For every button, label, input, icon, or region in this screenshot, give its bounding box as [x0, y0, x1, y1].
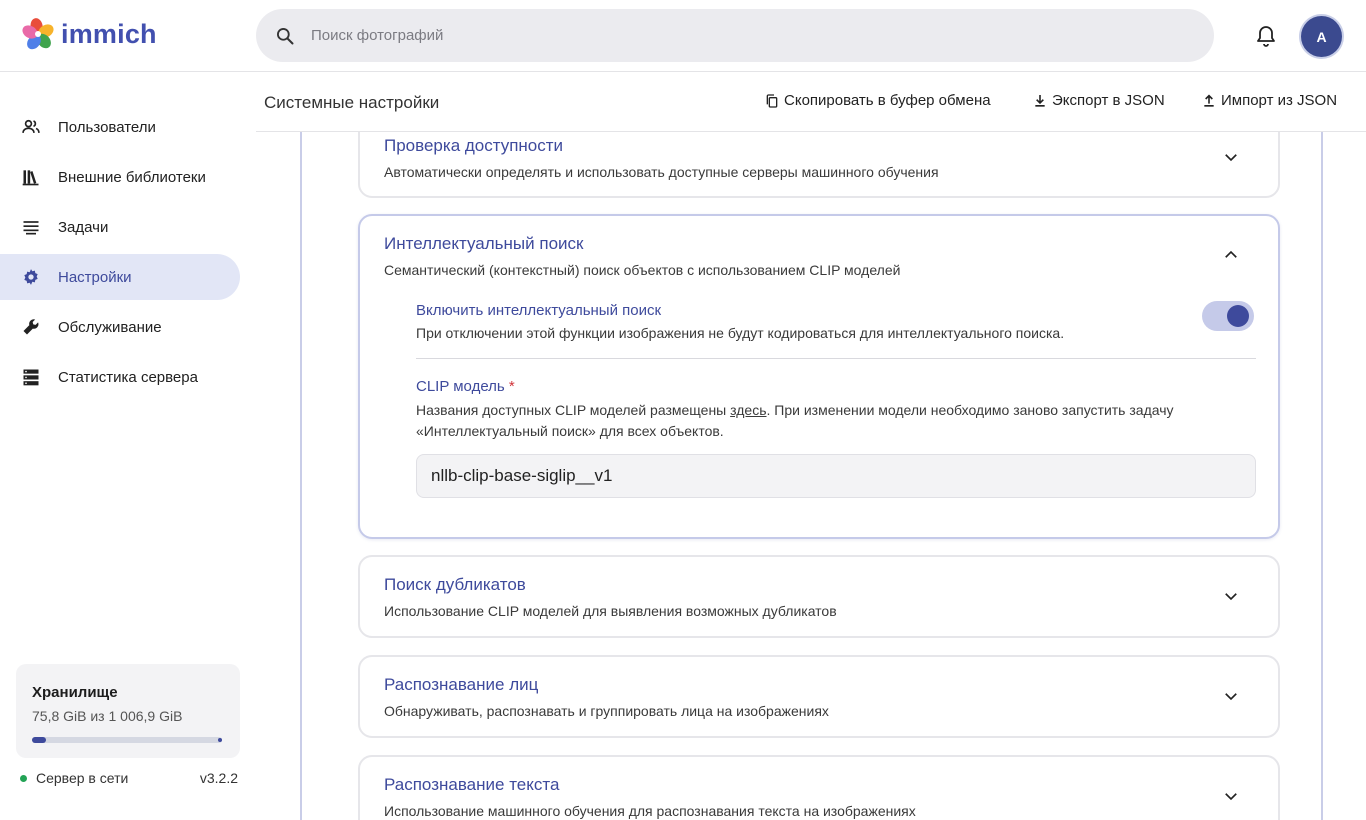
card-description: Автоматически определять и использовать … [384, 164, 939, 180]
smart-search-toggle-title: Включить интеллектуальный поиск [416, 302, 662, 319]
card-face-recognition[interactable]: Распознавание лиц Обнаруживать, распозна… [358, 655, 1280, 738]
search-bar[interactable] [256, 9, 1214, 62]
gear-icon [20, 266, 42, 288]
copy-icon [766, 93, 778, 108]
immich-logo-icon [22, 18, 54, 50]
sidebar-item-label: Пользователи [58, 118, 156, 136]
chevron-down-icon[interactable] [1222, 687, 1240, 705]
sidebar-item-label: Статистика сервера [58, 368, 198, 386]
card-title: Интеллектуальный поиск [384, 234, 584, 253]
card-title: Распознавание текста [384, 775, 560, 794]
smart-search-toggle-description: При отключении этой функции изображения … [416, 325, 1065, 341]
users-icon [20, 116, 42, 138]
export-json-button[interactable]: Экспорт в JSON [1032, 92, 1165, 109]
search-icon[interactable] [274, 25, 296, 47]
settings-content[interactable]: Проверка доступности Автоматически опред… [256, 132, 1366, 820]
clip-model-input[interactable] [416, 454, 1256, 498]
sidebar-item-label: Обслуживание [58, 318, 162, 336]
toggle-knob [1227, 305, 1249, 327]
server-status: Сервер в сети v3.2.2 [20, 770, 238, 786]
import-button-label: Импорт из JSON [1221, 92, 1338, 109]
page-header: Системные настройки Скопировать в буфер … [256, 72, 1366, 132]
clip-model-description: Названия доступных CLIP моделей размещен… [416, 400, 1246, 442]
card-header[interactable]: Распознавание текста Использование машин… [360, 757, 1278, 820]
chevron-down-icon[interactable] [1222, 148, 1240, 166]
divider [416, 358, 1256, 359]
sidebar-item-label: Внешние библиотеки [58, 168, 206, 186]
card-title: Проверка доступности [384, 136, 564, 155]
sidebar-item-settings[interactable]: Настройки [0, 254, 240, 300]
card-duplicate-detection[interactable]: Поиск дубликатов Использование CLIP моде… [358, 555, 1280, 638]
sidebar-item-users[interactable]: Пользователи [0, 104, 240, 150]
clip-model-desc-start: Названия доступных CLIP моделей размещен… [416, 402, 731, 418]
card-title: Распознавание лиц [384, 675, 539, 694]
card-availability-check[interactable]: Проверка доступности Автоматически опред… [358, 132, 1280, 198]
card-description: Использование машинного обучения для рас… [384, 803, 916, 819]
online-status-dot [20, 774, 27, 782]
server-version[interactable]: v3.2.2 [200, 770, 238, 786]
sidebar-item-external-libraries[interactable]: Внешние библиотеки [0, 154, 240, 200]
storage-widget[interactable]: Хранилище 75,8 GiB из 1 006,9 GiB [16, 664, 240, 758]
chevron-up-icon[interactable] [1222, 246, 1240, 264]
sidebar-item-label: Настройки [58, 268, 132, 286]
library-icon [20, 166, 42, 188]
clip-models-link[interactable]: здесь [730, 402, 766, 418]
copy-button-label: Скопировать в буфер обмена [784, 92, 991, 109]
page-title: Системные настройки [264, 93, 440, 112]
upload-icon [1204, 94, 1214, 107]
card-description: Использование CLIP моделей для выявления… [384, 603, 837, 619]
server-status-label: Сервер в сети [36, 770, 129, 786]
card-header[interactable]: Поиск дубликатов Использование CLIP моде… [360, 557, 1278, 635]
card-header[interactable]: Интеллектуальный поиск Семантический (ко… [360, 216, 1278, 294]
storage-usage: 75,8 GiB из 1 006,9 GiB [32, 708, 183, 724]
card-description: Семантический (контекстный) поиск объект… [384, 262, 901, 278]
chevron-down-icon[interactable] [1222, 587, 1240, 605]
card-text-recognition[interactable]: Распознавание текста Использование машин… [358, 755, 1280, 820]
storage-progress-bar [32, 737, 222, 743]
app-logo[interactable]: immich [22, 18, 157, 50]
user-avatar[interactable]: A [1301, 16, 1342, 57]
card-description: Обнаруживать, распознавать и группироват… [384, 703, 829, 719]
clip-model-label: CLIP модель * [416, 378, 515, 395]
server-icon [20, 366, 42, 388]
card-title: Поиск дубликатов [384, 575, 526, 594]
smart-search-toggle[interactable] [1202, 301, 1254, 331]
storage-title: Хранилище [32, 684, 118, 701]
required-asterisk: * [508, 378, 515, 395]
storage-progress-fill [32, 737, 47, 743]
notifications-bell-icon[interactable] [1254, 24, 1278, 48]
sidebar-item-label: Задачи [58, 218, 109, 236]
wrench-icon [20, 316, 42, 338]
sidebar-item-jobs[interactable]: Задачи [0, 204, 240, 250]
sidebar-item-server-stats[interactable]: Статистика сервера [0, 354, 240, 400]
clip-model-label-text: CLIP модель [416, 378, 505, 395]
import-json-button[interactable]: Импорт из JSON [1201, 92, 1337, 109]
export-button-label: Экспорт в JSON [1052, 92, 1165, 109]
app-name: immich [61, 18, 157, 49]
download-icon [1035, 94, 1045, 107]
copy-to-clipboard-button[interactable]: Скопировать в буфер обмена [764, 92, 991, 109]
sidebar: Пользователи Внешние библиотеки Задачи Н… [0, 72, 256, 820]
card-smart-search: Интеллектуальный поиск Семантический (ко… [358, 214, 1280, 539]
search-input[interactable] [311, 27, 1171, 44]
sidebar-item-maintenance[interactable]: Обслуживание [0, 304, 240, 350]
card-header[interactable]: Проверка доступности Автоматически опред… [360, 132, 1278, 196]
storage-progress-end-dot [218, 738, 222, 742]
jobs-icon [20, 216, 42, 238]
chevron-down-icon[interactable] [1222, 787, 1240, 805]
card-header[interactable]: Распознавание лиц Обнаруживать, распозна… [360, 657, 1278, 735]
top-bar: immich A [0, 0, 1366, 72]
